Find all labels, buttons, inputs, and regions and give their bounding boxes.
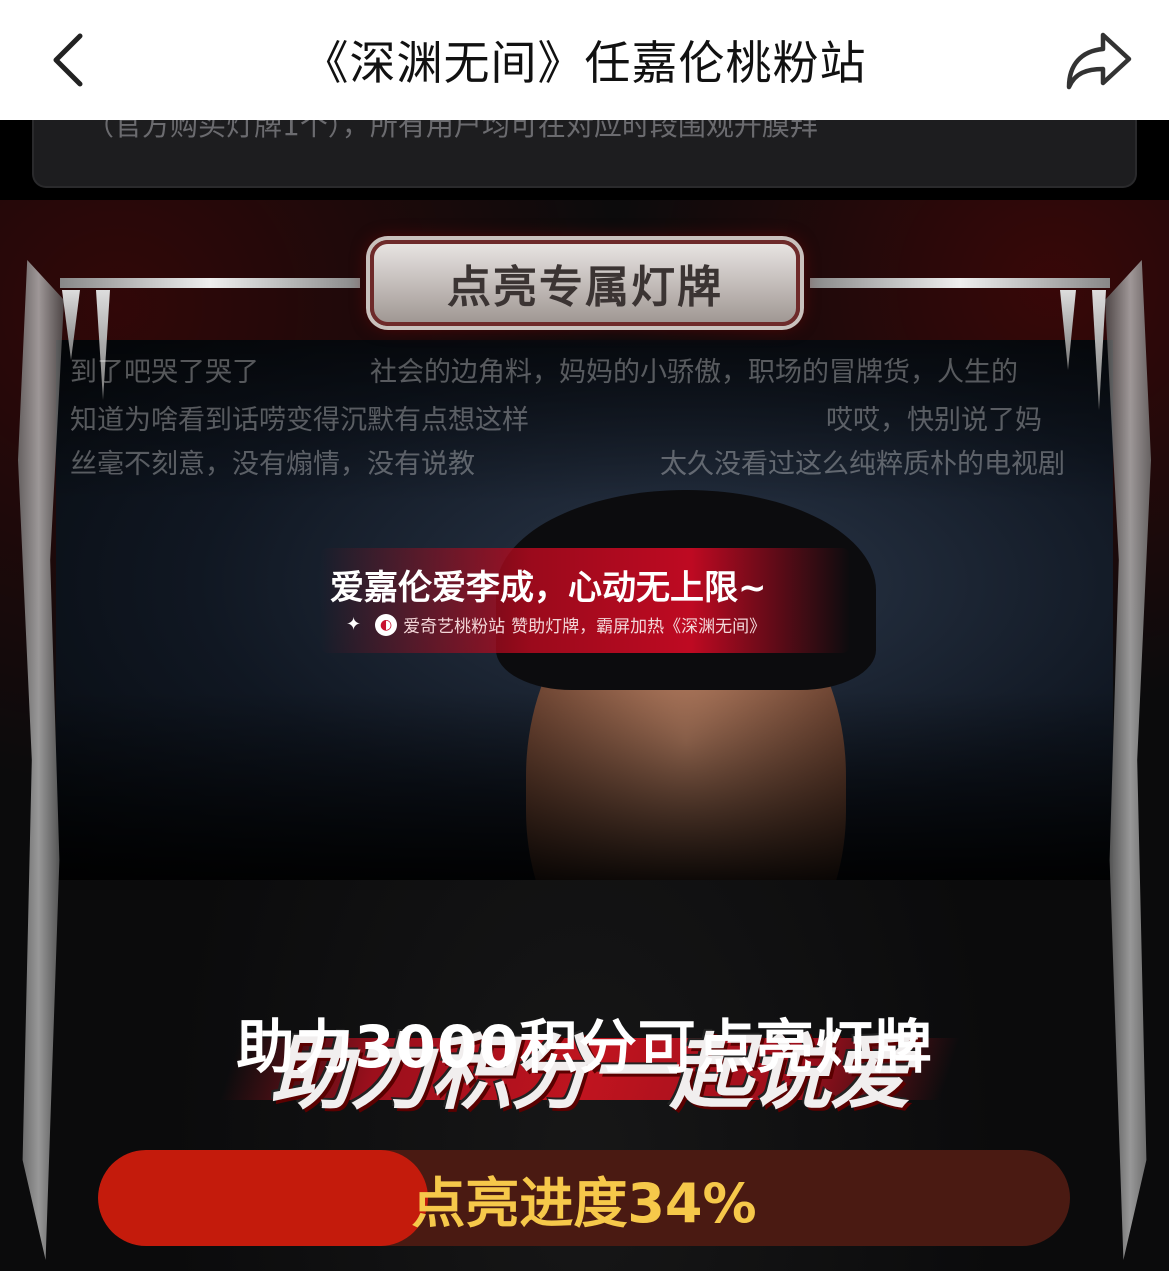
danmaku-comment: 太久没看过这么纯粹质朴的电视剧 — [660, 449, 1065, 480]
points-requirement-text: 助力3000积分可点亮灯牌 — [236, 1013, 933, 1081]
source-action: 赞助灯牌，霸屏加热《深渊无间》 — [511, 617, 767, 637]
danmaku-comment: 社会的边角料，妈妈的小骄傲，职场的冒牌货，人生的 — [370, 357, 1018, 388]
danmaku-comment: 知道为啥看到话唠变得沉默有点想这样 — [70, 405, 529, 436]
sparkle-icon: ✦ — [346, 614, 362, 635]
chevron-left-icon — [53, 33, 83, 87]
light-progress-bar[interactable]: 点亮进度34% — [98, 1150, 1070, 1246]
section-title: 点亮专属灯牌 — [447, 262, 723, 313]
plate-wing-left — [60, 278, 360, 288]
featured-comment-source: ✦ ◐ 爱奇艺桃粉站 赞助灯牌，霸屏加热《深渊无间》 — [346, 612, 766, 637]
danmaku-comment: 到了吧哭了哭了 — [70, 357, 259, 388]
back-button[interactable] — [38, 28, 98, 92]
title-plate: 点亮专属灯牌 — [60, 228, 1110, 338]
plate-wing-right — [810, 278, 1110, 288]
progress-label: 点亮进度34% — [411, 1171, 757, 1235]
featured-comment-text: 爱嘉伦爱李成，心动无上限~ — [330, 568, 767, 608]
iqiyi-logo-icon: ◐ — [375, 613, 398, 636]
share-arrow-icon — [1066, 32, 1132, 90]
light-board-section: 到了吧哭了哭了 社会的边角料，妈妈的小骄傲，职场的冒牌货，人生的 知道为啥看到话… — [0, 200, 1169, 1271]
page-title: 《深渊无间》任嘉伦桃粉站 — [302, 36, 867, 90]
danmaku-comment: 哎哎，快别说了妈 — [826, 405, 1042, 436]
danmaku-comment: 丝毫不刻意，没有煽情，没有说教 — [70, 449, 475, 480]
source-name: 爱奇艺桃粉站 — [403, 617, 506, 637]
share-button[interactable] — [1059, 26, 1139, 96]
title-plate-body: 点亮专属灯牌 — [370, 240, 800, 326]
top-nav-bar: 《深渊无间》任嘉伦桃粉站 — [0, 0, 1169, 120]
